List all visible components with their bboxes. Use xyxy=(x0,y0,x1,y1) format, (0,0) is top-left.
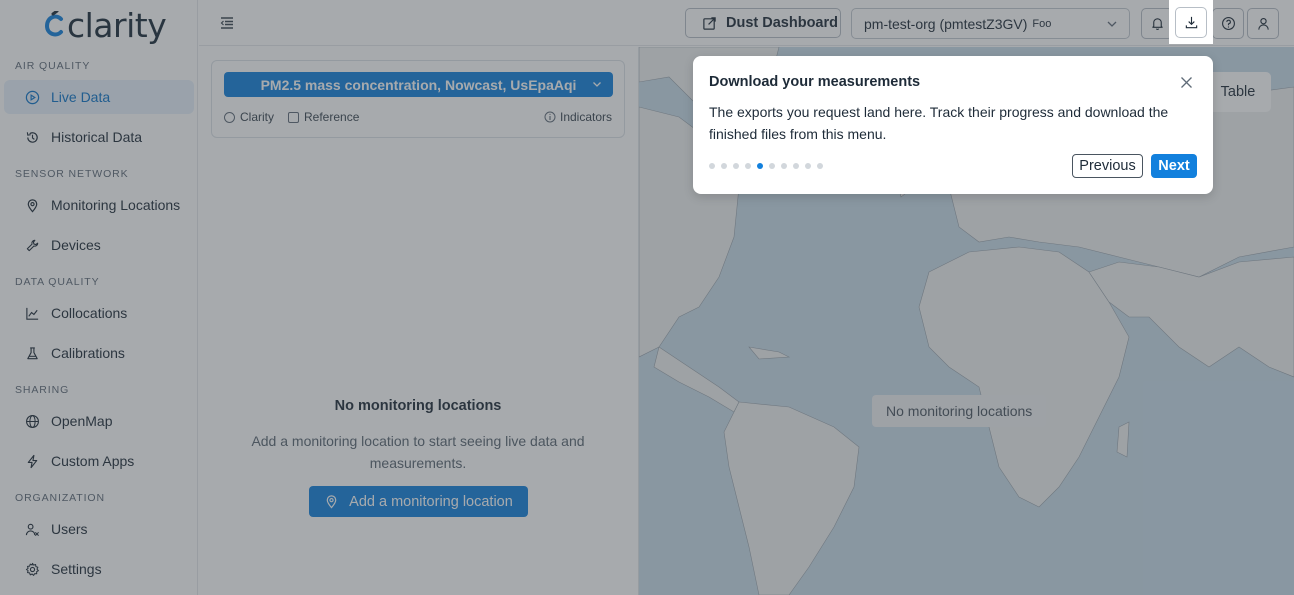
tour-step-dot[interactable] xyxy=(733,163,739,169)
download-icon xyxy=(1185,16,1197,28)
tour-highlight xyxy=(1169,0,1213,44)
tour-step-dot[interactable] xyxy=(709,163,715,169)
tour-title: Download your measurements xyxy=(709,74,921,90)
tour-step-dot[interactable] xyxy=(757,163,763,169)
tour-progress-dots xyxy=(709,163,829,169)
tour-step-dot[interactable] xyxy=(769,163,775,169)
tour-step-dot[interactable] xyxy=(817,163,823,169)
next-button[interactable]: Next xyxy=(1151,154,1197,178)
tour-body: The exports you request land here. Track… xyxy=(709,104,1169,142)
tour-step-dot[interactable] xyxy=(745,163,751,169)
close-icon[interactable] xyxy=(1180,76,1193,89)
tour-step-dot[interactable] xyxy=(781,163,787,169)
tour-step-dot[interactable] xyxy=(805,163,811,169)
previous-button[interactable]: Previous xyxy=(1072,154,1143,178)
tour-step-dot[interactable] xyxy=(793,163,799,169)
tour-step-dot[interactable] xyxy=(721,163,727,169)
tour-popover: Download your measurements The exports y… xyxy=(693,56,1213,194)
downloads-button[interactable] xyxy=(1175,6,1207,38)
